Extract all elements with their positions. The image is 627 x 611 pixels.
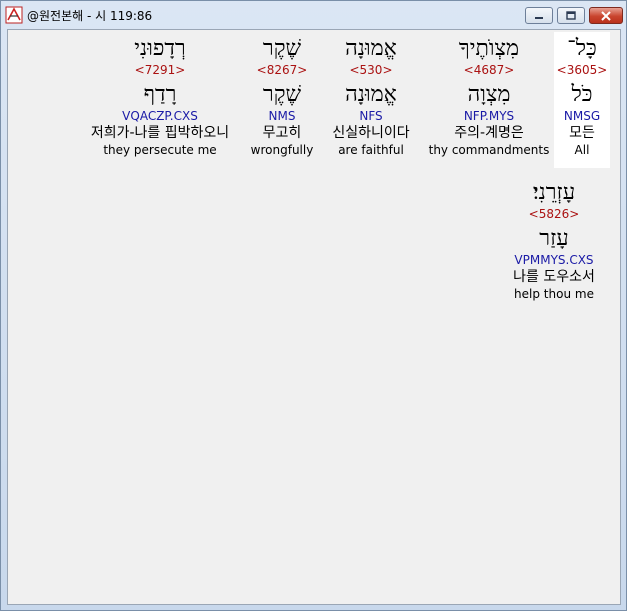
hebrew-surface: עָזְרֵנִי׃	[532, 180, 576, 205]
english-gloss: wrongfully	[250, 143, 314, 157]
korean-gloss: 주의-계명은	[454, 125, 524, 141]
morphology-code[interactable]: NMS	[244, 108, 320, 124]
hebrew-lemma: שֶׁקֶר	[262, 82, 302, 107]
window-title: @원전본해 - 시 119:86	[27, 9, 153, 23]
morphology-code[interactable]: VPMMYS.CXS	[498, 252, 610, 268]
maximize-button[interactable]	[557, 7, 585, 24]
hebrew-lemma: עָזַר	[539, 226, 569, 251]
word-block-help[interactable]: עָזְרֵנִי׃ <5826> עָזַר VPMMYS.CXS 나를 도우…	[498, 176, 610, 312]
word-block-persecute[interactable]: רְדָפוּנִי <7291> רָדַף VQACZP.CXS 저희가-나…	[78, 32, 242, 168]
maximize-icon	[566, 10, 576, 20]
hebrew-surface: מִצְוֺתֶיךָ	[458, 36, 520, 61]
korean-gloss: 모든	[569, 125, 595, 141]
hebrew-lemma: כֹּל	[571, 82, 593, 107]
english-gloss: are faithful	[338, 143, 404, 157]
hebrew-surface: רְדָפוּנִי	[134, 36, 186, 61]
title-bar[interactable]: @원전본해 - 시 119:86	[1, 1, 626, 29]
morphology-code[interactable]: VQACZP.CXS	[78, 108, 242, 124]
english-gloss: All	[574, 143, 590, 157]
korean-gloss: 무고히	[262, 125, 302, 141]
english-gloss: they persecute me	[103, 143, 217, 157]
hebrew-lemma: רָדַף	[143, 82, 177, 107]
close-icon	[601, 10, 611, 21]
minimize-icon	[535, 16, 543, 19]
word-block-commandments[interactable]: מִצְוֺתֶיךָ <4687> מִצְוָה NFP.MYS 주의-계명…	[426, 32, 552, 168]
minimize-button[interactable]	[525, 7, 553, 24]
strong-number[interactable]: <8267>	[244, 62, 320, 78]
word-block-faithful[interactable]: אֱמוּנָה <530> אֱמוּנָה NFS 신실하니이다 are f…	[318, 32, 424, 168]
english-gloss: thy commandments	[428, 143, 550, 157]
korean-gloss: 나를 도우소서	[513, 269, 595, 285]
word-block-wrongfully[interactable]: שֶׁקֶר <8267> שֶׁקֶר NMS 무고히 wrongfully	[244, 32, 320, 168]
english-gloss: help thou me	[514, 287, 594, 301]
strong-number[interactable]: <4687>	[426, 62, 552, 78]
hebrew-surface: אֱמוּנָה	[345, 36, 397, 61]
bible-app-icon[interactable]	[5, 6, 23, 24]
korean-gloss: 신실하니이다	[332, 125, 410, 141]
korean-gloss: 저희가-나를 핍박하오니	[90, 125, 230, 141]
hebrew-surface: שֶׁקֶר	[262, 36, 302, 61]
strong-number[interactable]: <3605>	[554, 62, 610, 78]
strong-number[interactable]: <5826>	[498, 206, 610, 222]
morphology-code[interactable]: NMSG	[554, 108, 610, 124]
morphology-code[interactable]: NFS	[318, 108, 424, 124]
morphology-code[interactable]: NFP.MYS	[426, 108, 552, 124]
hebrew-surface: כָּל־	[567, 36, 597, 61]
strong-number[interactable]: <7291>	[78, 62, 242, 78]
hebrew-lemma: מִצְוָה	[467, 82, 511, 107]
close-button[interactable]	[589, 7, 623, 24]
main-window: @원전본해 - 시 119:86 כָּל־ <3605> כֹּל NMSG …	[0, 0, 627, 611]
strong-number[interactable]: <530>	[318, 62, 424, 78]
hebrew-lemma: אֱמוּנָה	[345, 82, 397, 107]
interlinear-panel: כָּל־ <3605> כֹּל NMSG 모든 All מִצְוֺתֶיך…	[7, 29, 621, 605]
word-block-all[interactable]: כָּל־ <3605> כֹּל NMSG 모든 All	[554, 32, 610, 168]
